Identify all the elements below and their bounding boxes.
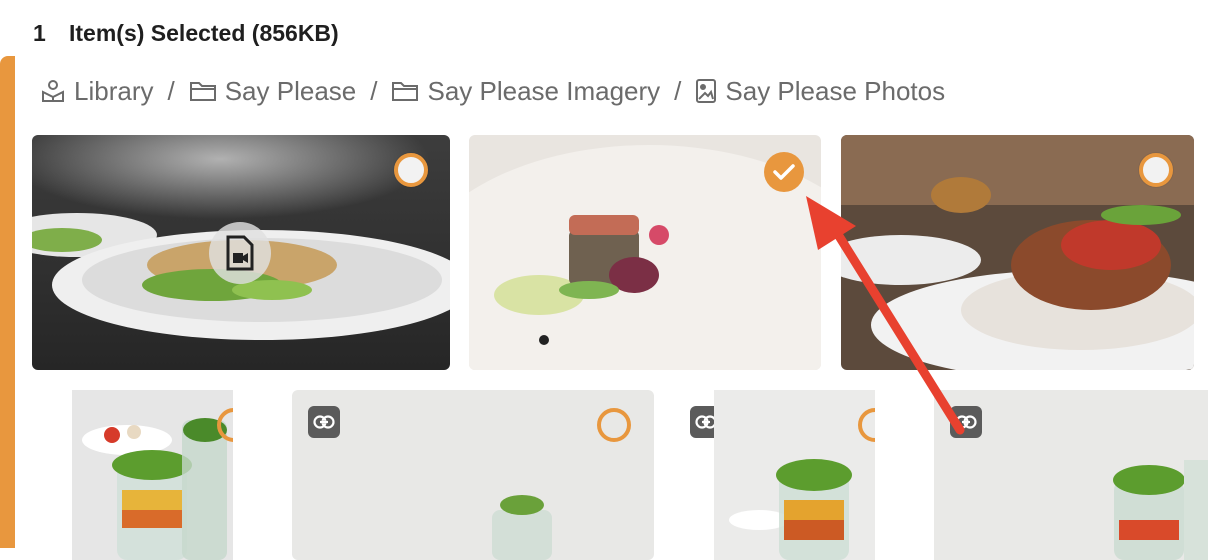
gallery-item-image[interactable] bbox=[72, 390, 233, 560]
library-icon bbox=[42, 80, 64, 102]
selection-panel-accent-bar bbox=[0, 56, 15, 548]
link-icon bbox=[955, 415, 977, 429]
image-thumbnail bbox=[714, 390, 875, 560]
selection-summary: 1 Item(s) Selected (856KB) bbox=[33, 20, 339, 47]
select-checkbox[interactable] bbox=[394, 153, 428, 187]
breadcrumb-label: Say Please bbox=[224, 75, 357, 106]
gallery-item-video[interactable] bbox=[32, 135, 450, 370]
gallery-item-image[interactable] bbox=[841, 135, 1194, 370]
breadcrumb-separator: / bbox=[370, 75, 378, 106]
breadcrumb-say-please-photos[interactable]: Say Please Photos bbox=[695, 76, 945, 107]
breadcrumb-separator: / bbox=[674, 75, 682, 106]
breadcrumb-say-please-imagery[interactable]: Say Please Imagery bbox=[391, 76, 660, 107]
select-checkbox[interactable] bbox=[1139, 153, 1173, 187]
breadcrumb-say-please[interactable]: Say Please bbox=[189, 75, 357, 107]
folder-icon bbox=[189, 82, 216, 101]
breadcrumb-separator: / bbox=[167, 75, 175, 106]
breadcrumb-label: Say Please Imagery bbox=[427, 75, 661, 106]
select-checkbox[interactable] bbox=[597, 408, 631, 442]
select-checkbox-checked[interactable] bbox=[764, 152, 804, 192]
breadcrumb: Library / Say Please / Say Please Imager… bbox=[40, 74, 945, 108]
check-icon bbox=[773, 164, 795, 180]
folder-icon bbox=[392, 82, 419, 101]
gallery-item-linked-image[interactable] bbox=[714, 390, 875, 560]
breadcrumb-library[interactable]: Library bbox=[40, 76, 153, 107]
video-file-badge bbox=[209, 222, 271, 284]
breadcrumb-label: Say Please Photos bbox=[725, 75, 946, 106]
selected-count: 1 bbox=[33, 20, 46, 46]
link-badge[interactable] bbox=[308, 406, 340, 438]
breadcrumb-label: Library bbox=[74, 75, 154, 106]
gallery-item-linked-image[interactable] bbox=[934, 390, 1208, 560]
image-thumbnail bbox=[72, 390, 233, 560]
selected-label: Item(s) Selected (856KB) bbox=[69, 20, 339, 46]
link-icon bbox=[313, 415, 335, 429]
image-folder-icon bbox=[696, 79, 717, 103]
video-file-icon bbox=[226, 235, 254, 271]
link-badge[interactable] bbox=[950, 406, 982, 438]
gallery-item-image[interactable] bbox=[469, 135, 821, 370]
gallery-item-linked-image[interactable] bbox=[292, 390, 654, 560]
